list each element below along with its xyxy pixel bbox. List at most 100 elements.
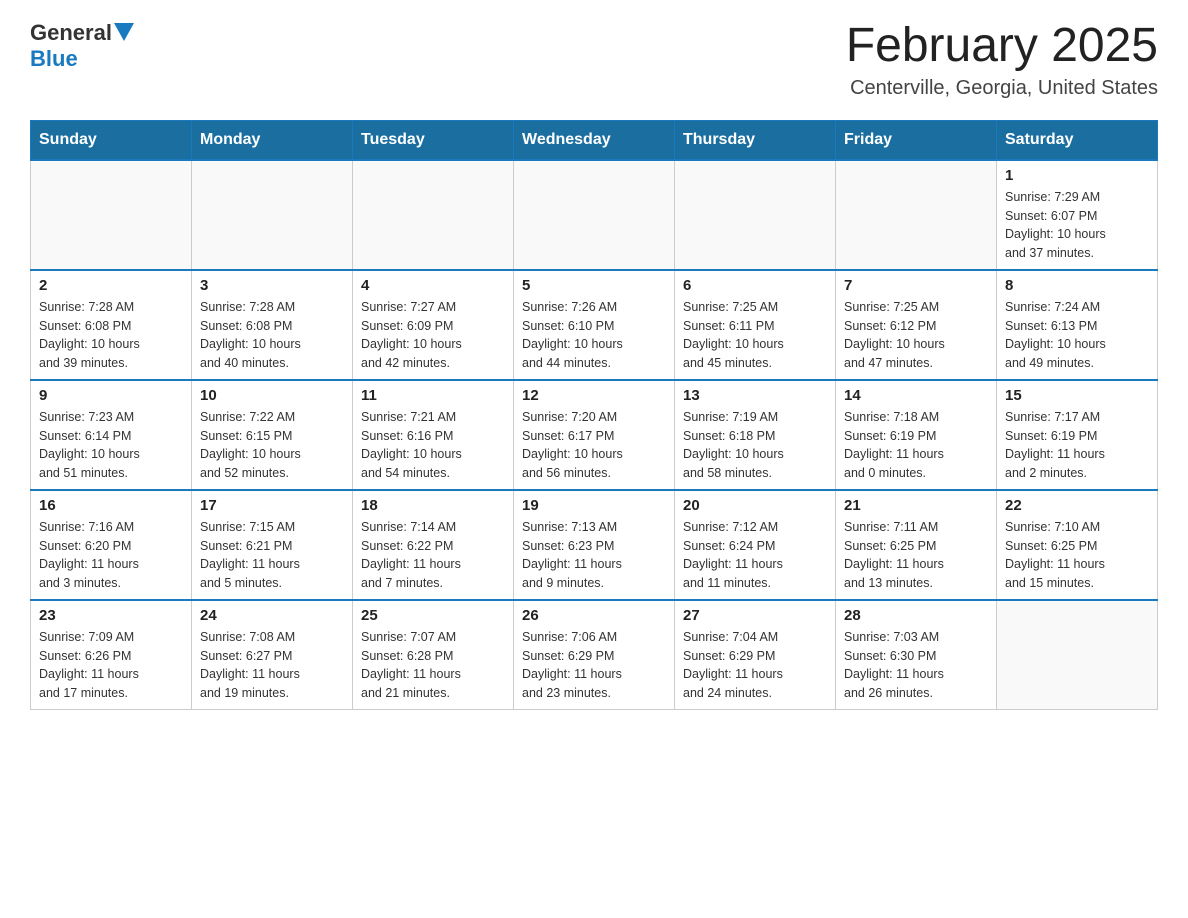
day-number: 10	[200, 387, 344, 404]
day-info: Sunrise: 7:18 AMSunset: 6:19 PMDaylight:…	[844, 408, 988, 483]
day-number: 22	[1005, 497, 1149, 514]
calendar-day-cell	[353, 160, 514, 270]
calendar-day-cell: 22 Sunrise: 7:10 AMSunset: 6:25 PMDayligh…	[997, 490, 1158, 600]
day-number: 3	[200, 277, 344, 294]
day-info: Sunrise: 7:03 AMSunset: 6:30 PMDaylight:…	[844, 628, 988, 703]
day-info: Sunrise: 7:10 AMSunset: 6:25 PMDaylight:…	[1005, 518, 1149, 593]
day-number: 18	[361, 497, 505, 514]
day-number: 6	[683, 277, 827, 294]
col-saturday: Saturday	[997, 120, 1158, 160]
calendar-day-cell: 13Sunrise: 7:19 AMSunset: 6:18 PMDayligh…	[675, 380, 836, 490]
calendar-day-cell: 18 Sunrise: 7:14 AMSunset: 6:22 PMDayligh…	[353, 490, 514, 600]
day-number: 19	[522, 497, 666, 514]
day-number: 12	[522, 387, 666, 404]
day-number: 5	[522, 277, 666, 294]
calendar-day-cell: 23 Sunrise: 7:09 AMSunset: 6:26 PMDayligh…	[31, 600, 192, 710]
month-title: February 2025	[846, 20, 1158, 73]
calendar-day-cell: 4 Sunrise: 7:27 AMSunset: 6:09 PMDaylight…	[353, 270, 514, 380]
day-info: Sunrise: 7:07 AMSunset: 6:28 PMDaylight:…	[361, 628, 505, 703]
calendar-day-cell	[997, 600, 1158, 710]
day-info: Sunrise: 7:17 AMSunset: 6:19 PMDaylight:…	[1005, 408, 1149, 483]
calendar-day-cell: 19 Sunrise: 7:13 AMSunset: 6:23 PMDayligh…	[514, 490, 675, 600]
day-info: Sunrise: 7:08 AMSunset: 6:27 PMDaylight:…	[200, 628, 344, 703]
day-number: 7	[844, 277, 988, 294]
col-thursday: Thursday	[675, 120, 836, 160]
day-number: 2	[39, 277, 183, 294]
calendar-day-cell: 5 Sunrise: 7:26 AMSunset: 6:10 PMDaylight…	[514, 270, 675, 380]
calendar-day-cell: 12 Sunrise: 7:20 AMSunset: 6:17 PMDayligh…	[514, 380, 675, 490]
calendar-day-cell: 17Sunrise: 7:15 AMSunset: 6:21 PMDayligh…	[192, 490, 353, 600]
day-number: 23	[39, 607, 183, 624]
calendar-day-cell: 11Sunrise: 7:21 AMSunset: 6:16 PMDayligh…	[353, 380, 514, 490]
calendar-day-cell: 24Sunrise: 7:08 AMSunset: 6:27 PMDayligh…	[192, 600, 353, 710]
calendar-header: Sunday Monday Tuesday Wednesday Thursday…	[31, 120, 1158, 160]
day-info: Sunrise: 7:25 AMSunset: 6:12 PMDaylight:…	[844, 298, 988, 373]
day-number: 14	[844, 387, 988, 404]
day-info: Sunrise: 7:20 AMSunset: 6:17 PMDaylight:…	[522, 408, 666, 483]
day-info: Sunrise: 7:25 AMSunset: 6:11 PMDaylight:…	[683, 298, 827, 373]
day-info: Sunrise: 7:26 AMSunset: 6:10 PMDaylight:…	[522, 298, 666, 373]
day-info: Sunrise: 7:28 AMSunset: 6:08 PMDaylight:…	[39, 298, 183, 373]
day-number: 15	[1005, 387, 1149, 404]
calendar-day-cell	[192, 160, 353, 270]
day-info: Sunrise: 7:15 AMSunset: 6:21 PMDaylight:…	[200, 518, 344, 593]
calendar-week-row: 16 Sunrise: 7:16 AMSunset: 6:20 PMDayligh…	[31, 490, 1158, 600]
day-number: 4	[361, 277, 505, 294]
logo-general-text: General	[30, 20, 112, 46]
calendar-week-row: 9 Sunrise: 7:23 AMSunset: 6:14 PMDaylight…	[31, 380, 1158, 490]
calendar-week-row: 1 Sunrise: 7:29 AMSunset: 6:07 PMDaylight…	[31, 160, 1158, 270]
col-friday: Friday	[836, 120, 997, 160]
day-info: Sunrise: 7:24 AMSunset: 6:13 PMDaylight:…	[1005, 298, 1149, 373]
day-info: Sunrise: 7:22 AMSunset: 6:15 PMDaylight:…	[200, 408, 344, 483]
day-info: Sunrise: 7:09 AMSunset: 6:26 PMDaylight:…	[39, 628, 183, 703]
day-info: Sunrise: 7:16 AMSunset: 6:20 PMDaylight:…	[39, 518, 183, 593]
col-sunday: Sunday	[31, 120, 192, 160]
page-header: General Blue February 2025 Centerville, …	[30, 20, 1158, 100]
calendar-day-cell: 9 Sunrise: 7:23 AMSunset: 6:14 PMDaylight…	[31, 380, 192, 490]
day-number: 8	[1005, 277, 1149, 294]
calendar-day-cell: 8 Sunrise: 7:24 AMSunset: 6:13 PMDaylight…	[997, 270, 1158, 380]
calendar-day-cell	[514, 160, 675, 270]
header-row: Sunday Monday Tuesday Wednesday Thursday…	[31, 120, 1158, 160]
day-number: 27	[683, 607, 827, 624]
day-number: 21	[844, 497, 988, 514]
calendar-table: Sunday Monday Tuesday Wednesday Thursday…	[30, 120, 1158, 710]
calendar-day-cell: 7 Sunrise: 7:25 AMSunset: 6:12 PMDaylight…	[836, 270, 997, 380]
calendar-week-row: 23 Sunrise: 7:09 AMSunset: 6:26 PMDayligh…	[31, 600, 1158, 710]
day-number: 26	[522, 607, 666, 624]
location-subtitle: Centerville, Georgia, United States	[846, 77, 1158, 100]
calendar-day-cell: 21 Sunrise: 7:11 AMSunset: 6:25 PMDayligh…	[836, 490, 997, 600]
day-info: Sunrise: 7:29 AMSunset: 6:07 PMDaylight:…	[1005, 188, 1149, 263]
day-info: Sunrise: 7:14 AMSunset: 6:22 PMDaylight:…	[361, 518, 505, 593]
calendar-day-cell: 20Sunrise: 7:12 AMSunset: 6:24 PMDayligh…	[675, 490, 836, 600]
day-info: Sunrise: 7:13 AMSunset: 6:23 PMDaylight:…	[522, 518, 666, 593]
col-wednesday: Wednesday	[514, 120, 675, 160]
logo-blue-text: Blue	[30, 46, 78, 72]
day-number: 25	[361, 607, 505, 624]
day-info: Sunrise: 7:27 AMSunset: 6:09 PMDaylight:…	[361, 298, 505, 373]
calendar-week-row: 2 Sunrise: 7:28 AMSunset: 6:08 PMDaylight…	[31, 270, 1158, 380]
day-info: Sunrise: 7:11 AMSunset: 6:25 PMDaylight:…	[844, 518, 988, 593]
calendar-day-cell: 6 Sunrise: 7:25 AMSunset: 6:11 PMDaylight…	[675, 270, 836, 380]
day-number: 28	[844, 607, 988, 624]
day-info: Sunrise: 7:28 AMSunset: 6:08 PMDaylight:…	[200, 298, 344, 373]
calendar-day-cell	[31, 160, 192, 270]
title-block: February 2025 Centerville, Georgia, Unit…	[846, 20, 1158, 100]
col-tuesday: Tuesday	[353, 120, 514, 160]
calendar-day-cell: 14 Sunrise: 7:18 AMSunset: 6:19 PMDayligh…	[836, 380, 997, 490]
day-number: 20	[683, 497, 827, 514]
day-number: 9	[39, 387, 183, 404]
day-number: 16	[39, 497, 183, 514]
calendar-day-cell: 27Sunrise: 7:04 AMSunset: 6:29 PMDayligh…	[675, 600, 836, 710]
calendar-day-cell: 2 Sunrise: 7:28 AMSunset: 6:08 PMDaylight…	[31, 270, 192, 380]
calendar-day-cell	[836, 160, 997, 270]
day-info: Sunrise: 7:06 AMSunset: 6:29 PMDaylight:…	[522, 628, 666, 703]
calendar-day-cell	[675, 160, 836, 270]
day-number: 11	[361, 387, 505, 404]
day-number: 1	[1005, 167, 1149, 184]
calendar-day-cell: 16 Sunrise: 7:16 AMSunset: 6:20 PMDayligh…	[31, 490, 192, 600]
calendar-day-cell: 10 Sunrise: 7:22 AMSunset: 6:15 PMDayligh…	[192, 380, 353, 490]
calendar-day-cell: 1 Sunrise: 7:29 AMSunset: 6:07 PMDaylight…	[997, 160, 1158, 270]
day-info: Sunrise: 7:23 AMSunset: 6:14 PMDaylight:…	[39, 408, 183, 483]
day-info: Sunrise: 7:19 AMSunset: 6:18 PMDaylight:…	[683, 408, 827, 483]
